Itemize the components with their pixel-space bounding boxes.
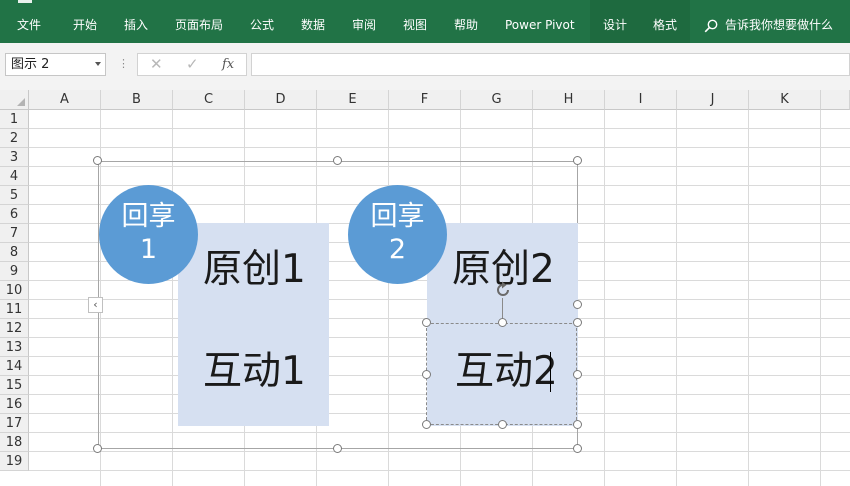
resize-handle[interactable] <box>93 156 102 165</box>
resize-handle[interactable] <box>498 420 507 429</box>
resize-handle[interactable] <box>422 370 431 379</box>
resize-handle[interactable] <box>573 444 582 453</box>
gridline <box>29 147 850 148</box>
tab-formulas[interactable]: 公式 <box>250 0 274 43</box>
gridline <box>29 128 850 129</box>
row-header-12[interactable]: 12 <box>0 319 29 338</box>
resize-handle[interactable] <box>93 444 102 453</box>
tab-view[interactable]: 视图 <box>403 0 427 43</box>
column-header-f[interactable]: F <box>389 90 461 110</box>
column-header-k[interactable]: K <box>749 90 821 110</box>
resize-handle[interactable] <box>573 300 582 309</box>
resize-handle[interactable] <box>422 318 431 327</box>
resize-handle[interactable] <box>573 318 582 327</box>
row-header-3[interactable]: 3 <box>0 148 29 167</box>
formula-input[interactable] <box>251 53 850 76</box>
selected-shape-outline[interactable] <box>426 323 577 425</box>
chevron-down-icon[interactable] <box>95 62 101 66</box>
row-header-4[interactable]: 4 <box>0 167 29 186</box>
box1-top-text: 原创1 <box>203 247 306 292</box>
row-header-7[interactable]: 7 <box>0 224 29 243</box>
select-all-button[interactable] <box>0 90 29 110</box>
tab-insert[interactable]: 插入 <box>124 0 148 43</box>
box1-bottom-text: 互动1 <box>203 349 306 394</box>
resize-handle[interactable] <box>573 370 582 379</box>
circle1-line2: 1 <box>139 234 158 265</box>
row-header-10[interactable]: 10 <box>0 281 29 300</box>
tab-page-layout[interactable]: 页面布局 <box>175 0 223 43</box>
circle2-line2: 2 <box>388 234 407 265</box>
insert-function-icon[interactable]: fx <box>222 57 234 72</box>
enter-icon[interactable]: ✓ <box>186 55 199 73</box>
column-header-c[interactable]: C <box>173 90 245 110</box>
resize-handle[interactable] <box>333 156 342 165</box>
resize-handle[interactable] <box>422 420 431 429</box>
resize-handle[interactable] <box>573 420 582 429</box>
column-header-b[interactable]: B <box>101 90 173 110</box>
row-header-15[interactable]: 15 <box>0 376 29 395</box>
row-header-18[interactable]: 18 <box>0 433 29 452</box>
column-header-partial[interactable] <box>821 90 850 110</box>
circle-shape-1[interactable]: 回享 1 <box>99 185 198 284</box>
tab-file[interactable]: 文件 <box>17 0 41 43</box>
column-header-h[interactable]: H <box>533 90 605 110</box>
row-header-8[interactable]: 8 <box>0 243 29 262</box>
column-header-d[interactable]: D <box>245 90 317 110</box>
column-header-j[interactable]: J <box>677 90 749 110</box>
formula-buttons: ✕ ✓ fx <box>137 53 247 76</box>
chevron-left-icon: ‹ <box>93 298 98 311</box>
resize-handle[interactable] <box>333 444 342 453</box>
gridline <box>29 470 850 471</box>
tab-help[interactable]: 帮助 <box>454 0 478 43</box>
rotate-handle-icon[interactable] <box>493 280 513 300</box>
tab-format[interactable]: 格式 <box>640 0 690 43</box>
circle2-line1: 回享 <box>370 201 425 232</box>
formula-bar-area: 图示 2 ⋮ ✕ ✓ fx <box>0 43 850 90</box>
row-header-19[interactable]: 19 <box>0 452 29 471</box>
formula-bar-grip-icon[interactable]: ⋮ <box>118 58 129 70</box>
text-pane-toggle[interactable]: ‹ <box>88 297 103 313</box>
tab-power-pivot[interactable]: Power Pivot <box>505 0 575 43</box>
circle-shape-2[interactable]: 回享 2 <box>348 185 447 284</box>
name-box[interactable]: 图示 2 <box>5 53 106 76</box>
name-box-value: 图示 2 <box>11 57 50 72</box>
row-header-14[interactable]: 14 <box>0 357 29 376</box>
cancel-icon[interactable]: ✕ <box>150 55 163 73</box>
tab-data[interactable]: 数据 <box>301 0 325 43</box>
row-header-5[interactable]: 5 <box>0 186 29 205</box>
search-icon <box>704 19 718 33</box>
column-header-e[interactable]: E <box>317 90 389 110</box>
column-header-g[interactable]: G <box>461 90 533 110</box>
resize-handle[interactable] <box>498 318 507 327</box>
column-header-a[interactable]: A <box>29 90 101 110</box>
row-header-6[interactable]: 6 <box>0 205 29 224</box>
ribbon: 文件 开始 插入 页面布局 公式 数据 审阅 视图 帮助 Power Pivot… <box>0 0 850 43</box>
column-header-i[interactable]: I <box>605 90 677 110</box>
resize-handle[interactable] <box>573 156 582 165</box>
row-header-9[interactable]: 9 <box>0 262 29 281</box>
row-header-16[interactable]: 16 <box>0 395 29 414</box>
tab-design[interactable]: 设计 <box>590 0 640 43</box>
row-header-13[interactable]: 13 <box>0 338 29 357</box>
rotate-handle-stem <box>502 298 503 320</box>
row-header-2[interactable]: 2 <box>0 129 29 148</box>
tab-review[interactable]: 审阅 <box>352 0 376 43</box>
gridline <box>29 451 850 452</box>
circle1-line1: 回享 <box>121 201 176 232</box>
row-header-1[interactable]: 1 <box>0 110 29 129</box>
tab-home[interactable]: 开始 <box>73 0 97 43</box>
row-header-17[interactable]: 17 <box>0 414 29 433</box>
row-header-11[interactable]: 11 <box>0 300 29 319</box>
